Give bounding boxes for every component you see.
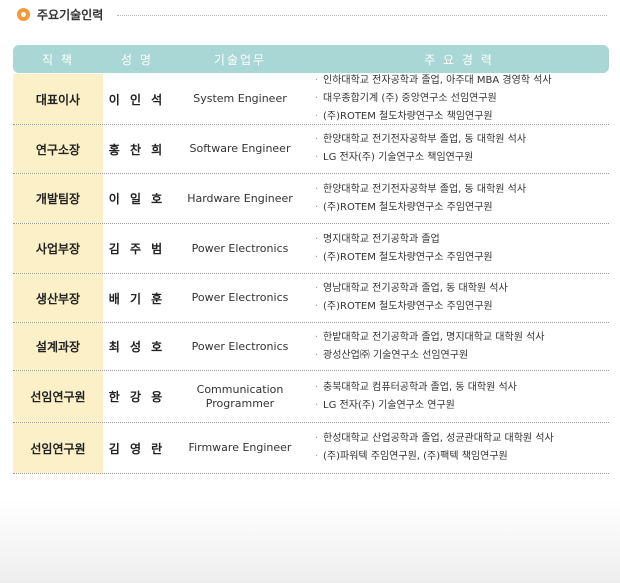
table-header: 직 책 성 명 기술업무 주 요 경 력	[13, 45, 609, 73]
career-line: 한밭대학교 전기공학과 졸업, 명지대학교 대학원 석사	[315, 329, 544, 347]
cell-position: 연구소장	[13, 125, 103, 173]
table-row: 선임연구원 한 강 용 Communication Programmer 충북대학교 …	[13, 371, 609, 423]
header-career: 주 요 경 력	[424, 52, 494, 67]
section-title: 주요기술인력	[37, 8, 104, 22]
header-name: 성 명	[121, 52, 153, 67]
career-line: 영남대학교 전기공학과 졸업, 동 대학원 석사	[315, 280, 508, 298]
cell-duty: Firmware Engineer	[188, 441, 292, 454]
career-line: (주)ROTEM 철도차량연구소 주임연구원	[315, 199, 493, 217]
table-row: 선임연구원 김 영 란 Firmware Engineer 한성대학교 산업공학과 졸…	[13, 423, 609, 474]
cell-duty: Software Engineer	[189, 142, 291, 155]
career-line: 한양대학교 전기전자공학부 졸업, 동 대학원 석사	[315, 181, 526, 199]
cell-position: 사업부장	[13, 224, 103, 273]
cell-career: 한성대학교 산업공학과 졸업, 성균관대학교 대학원 석사(주)파워텍 주임연구…	[309, 423, 609, 473]
career-line: LG 전자(주) 기술연구소 책임연구원	[315, 149, 473, 167]
table-row: 연구소장 홍 찬 희 Software Engineer 한양대학교 전기전자공학부 …	[13, 125, 609, 174]
career-line: (주)ROTEM 철도차량연구소 주임연구원	[315, 298, 493, 316]
cell-name: 김 주 범	[108, 242, 166, 256]
circle-bullet-icon	[17, 8, 30, 21]
table-row: 생산부장 배 기 훈 Power Electronics 영남대학교 전기공학과 졸업…	[13, 274, 609, 323]
section-header: 주요기술인력	[17, 6, 607, 26]
career-line: 명지대학교 전기공학과 졸업	[315, 231, 440, 249]
career-line: 대우종합기계 (주) 중앙연구소 선임연구원	[315, 90, 497, 108]
table-row: 개발팀장 이 일 호 Hardware Engineer 한양대학교 전기전자공학부 …	[13, 174, 609, 224]
career-line: (주)파워텍 주임연구원, (주)팩텍 책임연구원	[315, 448, 508, 466]
career-line: (주)ROTEM 철도차량연구소 주임연구원	[315, 249, 493, 267]
cell-duty: Power Electronics	[191, 339, 289, 353]
cell-name: 김 영 란	[108, 441, 166, 456]
career-line: 인하대학교 전자공학과 졸업, 아주대 MBA 경영학 석사	[315, 72, 552, 90]
header-duty: 기술업무	[213, 52, 267, 67]
cell-name: 이 인 석	[108, 92, 166, 107]
cell-duty: Power Electronics	[191, 291, 289, 304]
staff-table: 직 책 성 명 기술업무 주 요 경 력 대표이사 이 인 석 System Eng…	[13, 45, 609, 474]
table-body: 대표이사 이 인 석 System Engineer 인하대학교 전자공학과 졸업, …	[13, 72, 609, 474]
cell-duty: Power Electronics	[191, 241, 289, 255]
cell-career: 인하대학교 전자공학과 졸업, 아주대 MBA 경영학 석사대우종합기계 (주)…	[309, 72, 609, 126]
career-line: 한성대학교 산업공학과 졸업, 성균관대학교 대학원 석사	[315, 430, 554, 448]
cell-name: 한 강 용	[108, 390, 166, 404]
header-position: 직 책	[42, 52, 74, 67]
cell-career: 한밭대학교 전기공학과 졸업, 명지대학교 대학원 석사광성산업㈜ 기술연구소 …	[309, 323, 609, 370]
cell-position: 대표이사	[13, 74, 103, 124]
cell-position: 생산부장	[13, 274, 103, 322]
cell-career: 명지대학교 전기공학과 졸업(주)ROTEM 철도차량연구소 주임연구원	[309, 224, 609, 273]
career-line: LG 전자(주) 기술연구소 연구원	[315, 397, 455, 415]
cell-position: 설계과장	[13, 323, 103, 370]
career-line: 충북대학교 컴퓨터공학과 졸업, 동 대학원 석사	[315, 379, 517, 397]
cell-name: 이 일 호	[108, 192, 166, 206]
dotted-divider	[117, 15, 607, 16]
cell-name: 배 기 훈	[108, 291, 166, 306]
cell-position: 선임연구원	[13, 371, 103, 422]
cell-name: 최 성 호	[108, 340, 166, 354]
cell-duty: System Engineer	[193, 92, 287, 105]
cell-name: 홍 찬 희	[108, 142, 166, 157]
career-line: 광성산업㈜ 기술연구소 선임연구원	[315, 347, 468, 365]
cell-career: 한양대학교 전기전자공학부 졸업, 동 대학원 석사(주)ROTEM 철도차량연…	[309, 174, 609, 223]
table-row: 대표이사 이 인 석 System Engineer 인하대학교 전자공학과 졸업, …	[13, 72, 609, 126]
cell-position: 선임연구원	[13, 423, 103, 473]
cell-career: 충북대학교 컴퓨터공학과 졸업, 동 대학원 석사LG 전자(주) 기술연구소 …	[309, 371, 609, 422]
cell-position: 개발팀장	[13, 174, 103, 223]
cell-duty: Hardware Engineer	[187, 191, 293, 205]
cell-career: 한양대학교 전기전자공학부 졸업, 동 대학원 석사LG 전자(주) 기술연구소…	[309, 125, 609, 173]
cell-career: 영남대학교 전기공학과 졸업, 동 대학원 석사(주)ROTEM 철도차량연구소…	[309, 274, 609, 322]
cell-duty: Communication Programmer	[196, 382, 284, 410]
table-row: 설계과장 최 성 호 Power Electronics 한밭대학교 전기공학과 졸업…	[13, 323, 609, 371]
table-row: 사업부장 김 주 범 Power Electronics 명지대학교 전기공학과 졸업…	[13, 224, 609, 274]
career-line: (주)ROTEM 철도차량연구소 책임연구원	[315, 108, 493, 126]
career-line: 한양대학교 전기전자공학부 졸업, 동 대학원 석사	[315, 131, 526, 149]
